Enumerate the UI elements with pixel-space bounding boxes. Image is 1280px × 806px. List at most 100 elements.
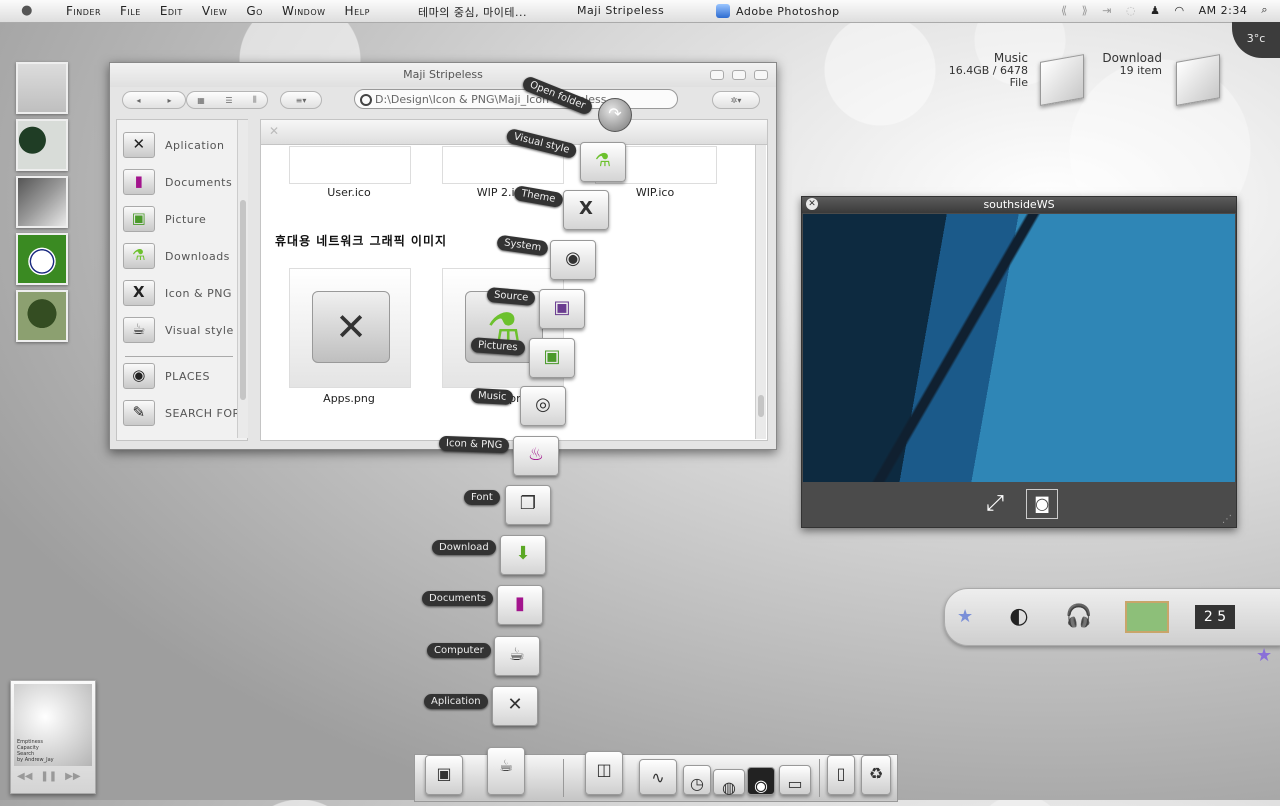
spotlight-icon[interactable]: ⌕ [1261, 3, 1268, 17]
file-tile[interactable] [289, 146, 411, 184]
menu-window[interactable]: Window [282, 4, 326, 18]
close-button[interactable] [754, 70, 768, 80]
stack-label[interactable]: Music [470, 387, 514, 406]
chalkboard-icon[interactable] [1125, 601, 1169, 633]
stack-label[interactable]: Computer [427, 643, 491, 658]
status-icon[interactable]: ◌ [1126, 4, 1136, 17]
photo-thumbnail[interactable] [16, 119, 68, 171]
stack-label[interactable]: Icon & PNG [438, 435, 510, 454]
sidebar-search-header[interactable]: ✎ SEARCH FOR [123, 398, 241, 428]
music-drive-widget[interactable]: Music 16.4GB / 6478 File [940, 52, 1028, 89]
file-label[interactable]: Apps.png [279, 392, 419, 405]
download-drive-icon[interactable] [1176, 54, 1220, 106]
documents-folder-icon[interactable]: ▮ [497, 585, 543, 625]
zoom-button[interactable] [732, 70, 746, 80]
sidebar-item-documents[interactable]: ▮ Documents [123, 167, 241, 197]
star-icon[interactable]: ★ [1256, 645, 1272, 666]
menu-file[interactable]: File [120, 4, 141, 18]
forward-icon[interactable]: ⇥ [1102, 4, 1112, 17]
menu-finder[interactable]: Finder [66, 4, 101, 18]
apps-file-tile[interactable]: ✕ [289, 268, 411, 388]
source-folder-icon[interactable]: ▣ [539, 289, 585, 329]
clock[interactable]: AM 2:34 [1199, 4, 1248, 17]
scrollbar-thumb[interactable] [240, 200, 246, 400]
list-view-icon[interactable]: ☰ [225, 96, 232, 105]
sidebar-item-aplication[interactable]: ✕ Aplication [123, 130, 241, 160]
flip-clock[interactable]: 2 5 [1195, 605, 1235, 629]
visual-style-folder-icon[interactable]: ⚗ [580, 142, 626, 182]
content-scrollbar[interactable] [755, 145, 766, 439]
waveform-monitor-icon[interactable]: ∿ [639, 759, 677, 795]
headphones-icon[interactable]: 🎧 [1059, 599, 1099, 635]
fullscreen-icon[interactable]: ⤢ [978, 489, 1012, 521]
photo-thumbnail[interactable] [16, 62, 68, 114]
action-button[interactable]: ✲▾ [712, 91, 760, 109]
scrollbar-thumb[interactable] [758, 395, 764, 417]
file-label[interactable]: User.ico [279, 186, 419, 199]
column-view-icon[interactable]: ⫼ [253, 95, 257, 105]
camera-icon[interactable]: ◙ [1026, 489, 1058, 519]
menu-help[interactable]: Help [345, 4, 370, 18]
minimize-button[interactable] [710, 70, 724, 80]
sidebar-scrollbar[interactable] [237, 120, 248, 438]
rewind-icon[interactable]: ⟪ [1061, 4, 1068, 17]
sidebar-places-header[interactable]: ◉ PLACES [123, 361, 241, 391]
close-icon[interactable]: ✕ [269, 124, 279, 138]
browser-tab-title[interactable]: 테마의 중심, 마이테... [418, 4, 527, 20]
font-folder-icon[interactable]: ❐ [505, 485, 551, 525]
star-icon[interactable]: ★ [957, 606, 973, 627]
sidebar-item-downloads[interactable]: ⚗ Downloads [123, 241, 241, 271]
menu-edit[interactable]: Edit [160, 4, 183, 18]
stack-label[interactable]: Documents [422, 591, 494, 606]
theme-folder-icon[interactable]: X [563, 190, 609, 230]
trash-icon[interactable]: ♻ [861, 755, 891, 795]
pause-icon[interactable]: ❚❚ [40, 771, 57, 782]
speaker-icon[interactable]: ◫ [585, 751, 623, 795]
finder-title[interactable]: Maji Stripeless [110, 63, 776, 87]
user-icon[interactable]: ♟ [1150, 4, 1160, 17]
arrange-button[interactable]: ≡▾ [280, 91, 322, 109]
download-drive-widget[interactable]: Download 19 item [1096, 52, 1162, 77]
music-drive-icon[interactable] [1040, 54, 1084, 106]
stack-label[interactable]: Download [432, 540, 496, 555]
active-app[interactable]: Adobe Photoshop [716, 4, 840, 18]
documents-stack-icon[interactable]: ▯ [827, 755, 855, 795]
stack-label[interactable]: Aplication [424, 694, 488, 709]
resize-handle-icon[interactable]: ⋰ [1222, 514, 1232, 525]
clock-icon[interactable]: ◷ [683, 765, 711, 795]
open-folder-icon[interactable]: ↷ [598, 98, 632, 132]
back-icon[interactable]: ◂ [136, 96, 140, 105]
disc-icon[interactable]: ◉ [747, 767, 775, 795]
play-icon[interactable]: ⟫ [1082, 4, 1089, 17]
sidebar-item-picture[interactable]: ▣ Picture [123, 204, 241, 234]
sidebar-item-visual-style[interactable]: ☕ Visual style [123, 315, 241, 345]
computer-folder-icon[interactable]: ☕ [494, 636, 540, 676]
forward-icon[interactable]: ▸ [167, 96, 171, 105]
telescope-icon[interactable]: ◐ [999, 599, 1039, 635]
previous-icon[interactable]: ◀◀ [17, 771, 32, 782]
video-screen[interactable] [803, 214, 1235, 482]
coffee-machine-icon[interactable]: ☕ [487, 747, 525, 795]
close-icon[interactable]: ✕ [806, 198, 818, 210]
application-folder-icon[interactable]: ✕ [492, 686, 538, 726]
apple-menu-icon[interactable]: ● [20, 4, 34, 18]
music-folder-icon[interactable]: ◎ [520, 386, 566, 426]
download-folder-icon[interactable]: ⬇ [500, 535, 546, 575]
photo-thumbnail[interactable] [16, 233, 68, 285]
tape-icon[interactable]: ◍ [713, 769, 745, 797]
video-title[interactable]: southsideWS [802, 197, 1236, 213]
weather-badge[interactable]: 3°c [1232, 22, 1280, 58]
menu-view[interactable]: View [202, 4, 228, 18]
icon-view-icon[interactable]: ▦ [197, 96, 205, 105]
sidebar-item-icon-png[interactable]: X Icon & PNG [123, 278, 241, 308]
wifi-icon[interactable]: ◠ [1175, 4, 1185, 17]
icon-png-folder-icon[interactable]: ♨ [513, 436, 559, 476]
pictures-folder-icon[interactable]: ▣ [529, 338, 575, 378]
photo-thumbnail[interactable] [16, 176, 68, 228]
system-folder-icon[interactable]: ◉ [550, 240, 596, 280]
tv-icon[interactable]: ▭ [779, 765, 811, 795]
next-icon[interactable]: ▶▶ [65, 771, 80, 782]
photo-thumbnail[interactable] [16, 290, 68, 342]
cubes-icon[interactable]: ▣ [425, 755, 463, 795]
stack-label[interactable]: Font [464, 490, 500, 505]
